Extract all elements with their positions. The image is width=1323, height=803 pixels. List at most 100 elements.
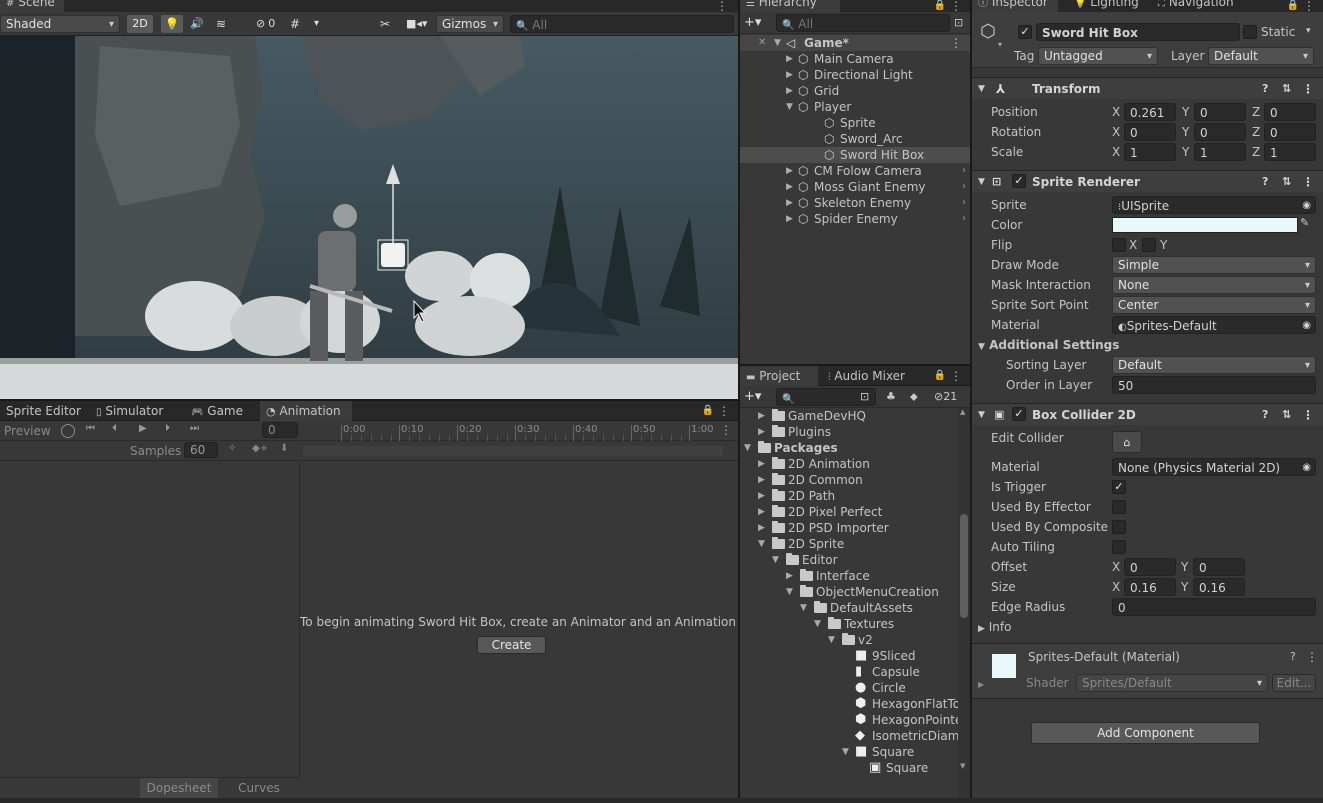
add-keyframe-icon[interactable]: ✧ <box>228 443 242 454</box>
foldout-arrow-icon[interactable]: ▶ <box>758 504 765 520</box>
camera-dropdown-icon[interactable]: ■◂▾ <box>406 15 432 33</box>
tab-sprite-editor[interactable]: Sprite Editor <box>0 401 89 421</box>
foldout-arrow-icon[interactable]: ▶ <box>758 456 765 472</box>
frame-input[interactable]: 0 <box>262 422 298 438</box>
scene-search-input[interactable]: 🔍 All <box>510 15 734 33</box>
tab-lighting[interactable]: 💡 Lighting <box>1068 0 1147 12</box>
toggle-2d-button[interactable]: 2D <box>127 15 153 33</box>
prev-key-icon[interactable]: ⏴ <box>112 423 130 439</box>
lighting-toggle-icon[interactable]: 💡 <box>161 15 183 33</box>
additional-settings-foldout[interactable]: ▼ Additional Settings <box>978 335 1119 355</box>
foldout-arrow-icon[interactable]: ▶ <box>758 472 765 488</box>
layer-dropdown[interactable]: Default <box>1208 47 1314 65</box>
material-menu-icon[interactable]: ⋮ <box>1306 650 1318 664</box>
foldout-arrow-icon[interactable]: ▼ <box>800 600 807 616</box>
project-item[interactable]: ▼ ■ Square <box>740 744 958 760</box>
tab-scene[interactable]: # Scene <box>0 0 64 12</box>
timeline-ruler[interactable]: 0:00 0:10 0:20 0:30 0:40 0:50 1:00 ⋮ <box>301 421 738 441</box>
help-icon[interactable]: ? <box>1290 650 1296 663</box>
help-icon[interactable]: ? <box>1262 404 1268 426</box>
edge-radius-input[interactable]: 0 <box>1112 598 1316 616</box>
project-item[interactable]: ◆ IsometricDiam <box>740 728 958 744</box>
play-icon[interactable]: ▶ <box>139 423 157 439</box>
event-marker-icon[interactable]: ⬇ <box>280 443 294 454</box>
scroll-down-icon[interactable]: ▼ <box>960 762 968 772</box>
hierarchy-search-filter-icon[interactable]: ⊡ <box>954 14 968 32</box>
project-item[interactable]: ▣ Square <box>740 760 958 776</box>
is-trigger-checkbox[interactable]: ✓ <box>1112 480 1126 494</box>
audio-toggle-icon[interactable]: 🔊 <box>186 15 208 33</box>
scale-y-input[interactable]: 1 <box>1194 143 1246 161</box>
object-picker-icon[interactable]: ◉ <box>1302 459 1311 475</box>
tag-filter-icon[interactable]: ⬥ <box>910 388 924 406</box>
foldout-arrow-icon[interactable]: ▶ <box>758 520 765 536</box>
project-item[interactable]: ▼ Editor <box>740 552 958 568</box>
project-item[interactable]: ▼ ObjectMenuCreation <box>740 584 958 600</box>
sorting-layer-dropdown[interactable]: Default <box>1112 356 1316 374</box>
order-in-layer-input[interactable]: 50 <box>1112 376 1316 394</box>
foldout-arrow-icon[interactable]: ▶ <box>758 488 765 504</box>
foldout-arrow-icon[interactable]: ▼ <box>978 171 985 193</box>
project-item[interactable]: ⬢ HexagonPointe <box>740 712 958 728</box>
flip-x-checkbox[interactable] <box>1112 238 1126 252</box>
timeline-menu-icon[interactable]: ⋮ <box>720 423 732 437</box>
project-menu-icon[interactable]: ⋮ <box>950 366 962 386</box>
project-item[interactable]: ▮ Capsule <box>740 664 958 680</box>
preset-icon[interactable]: ⇅ <box>1282 404 1291 426</box>
foldout-arrow-icon[interactable]: ▶ <box>786 83 793 99</box>
offset-y-input[interactable]: 0 <box>1193 558 1245 576</box>
hierarchy-item[interactable]: ▶ ⬡ Spider Enemy › <box>740 211 970 227</box>
sprite-renderer-enabled-checkbox[interactable]: ✓ <box>1012 174 1026 188</box>
component-menu-icon[interactable]: ⋮ <box>1302 78 1314 100</box>
foldout-arrow-icon[interactable]: ▶ <box>786 163 793 179</box>
project-item[interactable]: ▶ 2D Common <box>740 472 958 488</box>
object-picker-icon[interactable]: ◉ <box>1302 317 1311 333</box>
foldout-arrow-icon[interactable]: ▼ <box>978 404 985 426</box>
project-item[interactable]: ▼ DefaultAssets <box>740 600 958 616</box>
create-animation-button[interactable]: Create <box>477 636 546 654</box>
foldout-arrow-icon[interactable]: ▼ <box>786 584 793 600</box>
transform-header[interactable]: ▼ ⅄ Transform ? ⇅ ⋮ <box>972 77 1323 99</box>
foldout-arrow-icon[interactable]: ▶ <box>786 179 793 195</box>
grid-snap-dropdown-icon[interactable]: ▾ <box>314 15 326 33</box>
component-menu-icon[interactable]: ⋮ <box>1302 404 1314 426</box>
foldout-arrow-icon[interactable]: ▼ <box>814 616 821 632</box>
tab-hierarchy[interactable]: ☰ Hierarchy <box>740 0 840 12</box>
project-item[interactable]: ⬢ HexagonFlatTo <box>740 696 958 712</box>
hierarchy-item[interactable]: ▶ ⬡ Skeleton Enemy › <box>740 195 970 211</box>
foldout-arrow-icon[interactable]: ▼ <box>842 744 849 760</box>
position-y-input[interactable]: 0 <box>1194 103 1246 121</box>
hierarchy-item[interactable]: ⬡ Sword_Arc <box>740 131 970 147</box>
tag-dropdown[interactable]: Untagged <box>1038 47 1158 65</box>
foldout-arrow-icon[interactable]: ▶ <box>786 568 793 584</box>
grid-snap-icon[interactable]: # <box>290 15 308 33</box>
object-active-checkbox[interactable]: ✓ <box>1018 25 1032 39</box>
foldout-arrow-icon[interactable]: ▼ <box>758 536 765 552</box>
project-item[interactable]: ▼ Textures <box>740 616 958 632</box>
static-dropdown-icon[interactable]: ▾ <box>1306 26 1311 36</box>
hierarchy-item[interactable]: ▶ ⬡ Main Camera <box>740 51 970 67</box>
project-item[interactable]: ▶ Interface <box>740 568 958 584</box>
project-item[interactable]: ▶ GameDevHQ <box>740 408 958 424</box>
search-by-label-icon[interactable]: ♣ <box>886 388 900 406</box>
scroll-up-icon[interactable]: ▲ <box>960 408 968 418</box>
foldout-arrow-icon[interactable]: ▼ <box>786 99 793 115</box>
shading-mode-dropdown[interactable]: Shaded <box>0 15 120 33</box>
last-key-icon[interactable]: ⏭ <box>190 423 208 439</box>
tab-game[interactable]: 🎮 Game <box>185 401 251 421</box>
position-z-input[interactable]: 0 <box>1264 103 1316 121</box>
tab-simulator[interactable]: ▯ Simulator <box>90 401 171 421</box>
animation-menu-icon[interactable]: ⋮ <box>718 401 730 421</box>
foldout-arrow-icon[interactable]: ▶ <box>786 51 793 67</box>
hierarchy-item[interactable]: ▶ ⬡ Directional Light <box>740 67 970 83</box>
mask-interaction-dropdown[interactable]: None <box>1112 276 1316 294</box>
tab-inspector[interactable]: ⓘ Inspector <box>972 0 1058 12</box>
color-swatch[interactable] <box>1112 217 1298 233</box>
collider-material-field[interactable]: None (Physics Material 2D) ◉ <box>1112 458 1316 476</box>
help-icon[interactable]: ? <box>1262 78 1268 100</box>
scroll-thumb[interactable] <box>960 514 968 618</box>
foldout-arrow-icon[interactable]: ▼ <box>828 632 835 648</box>
project-item[interactable]: ▶ 2D Pixel Perfect <box>740 504 958 520</box>
foldout-arrow-icon[interactable]: ▼ <box>774 35 781 51</box>
project-scrollbar[interactable]: ▲ ▼ <box>958 408 970 798</box>
